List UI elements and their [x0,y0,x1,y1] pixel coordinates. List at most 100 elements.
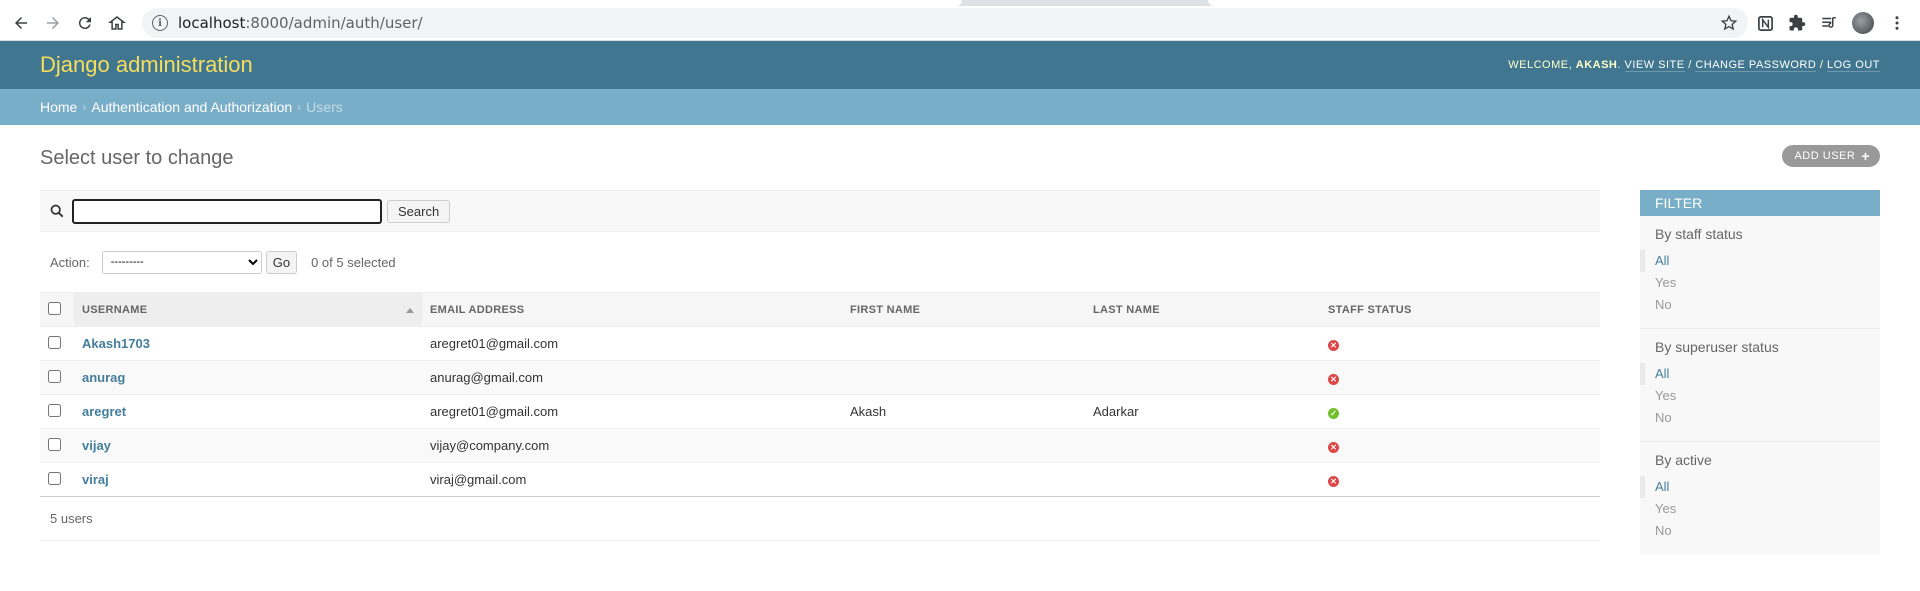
content: Select user to change ADD USER + Search … [0,125,1920,574]
breadcrumb-app[interactable]: Authentication and Authorization [91,99,292,115]
row-checkbox[interactable] [48,369,61,383]
row-select-cell [40,462,74,497]
current-username: AKASH [1575,59,1618,71]
filter-group: By superuser status All Yes No [1640,329,1880,442]
filter-option[interactable]: No [1655,294,1865,316]
action-label: Action: [50,254,90,270]
breadcrumb-home[interactable]: Home [40,99,77,115]
site-brand[interactable]: Django administration [40,52,253,78]
filter-option[interactable]: All [1640,476,1865,498]
staff-status-cell: ✕ [1320,462,1600,497]
filter-title: FILTER [1640,190,1880,216]
action-select[interactable]: --------- [101,250,262,274]
change-password-link[interactable]: CHANGE PASSWORD [1695,59,1817,72]
row-select-cell [40,326,74,361]
first-name-cell [842,360,1085,395]
search-button[interactable]: Search [387,199,451,223]
breadcrumb-separator: › [82,100,87,114]
filter-group-title: By staff status [1655,226,1743,242]
users-table: USERNAME EMAIL ADDRESS FIRST NAME LAST N… [40,292,1600,497]
add-user-label: ADD USER [1794,150,1856,162]
welcome-text: WELCOME, [1508,59,1573,71]
filter-option[interactable]: Yes [1655,385,1865,407]
breadcrumb: Home › Authentication and Authorization … [0,89,1920,125]
browser-menu-icon[interactable] [1888,14,1906,32]
last-name-cell: Adarkar [1085,394,1320,429]
table-header-row: USERNAME EMAIL ADDRESS FIRST NAME LAST N… [40,292,1600,327]
filter-option[interactable]: All [1640,363,1865,385]
email-cell: vijay@company.com [422,428,842,463]
actions-bar: Action: --------- Go 0 of 5 selected [40,232,1600,292]
column-first-name[interactable]: FIRST NAME [842,292,1085,327]
home-icon[interactable] [104,10,130,36]
last-name-cell [1085,428,1320,463]
log-out-link[interactable]: LOG OUT [1826,59,1880,72]
row-checkbox[interactable] [48,335,61,349]
bookmark-star-icon[interactable] [1720,14,1738,32]
cross-icon: ✕ [1328,340,1339,352]
add-user-button[interactable]: ADD USER + [1782,145,1880,167]
table-row: vijay vijay@company.com ✕ [40,428,1600,463]
filter-group: By active All Yes No [1640,442,1880,554]
column-staff-status[interactable]: STAFF STATUS [1320,292,1600,327]
reload-icon[interactable] [72,10,98,36]
filter-option[interactable]: No [1655,407,1865,429]
reading-list-icon[interactable] [1820,14,1838,32]
page-title: Select user to change [40,147,234,169]
row-checkbox[interactable] [48,403,61,417]
profile-avatar[interactable] [1852,12,1874,34]
username-link[interactable]: vijay [82,438,111,453]
changelist: Search Action: --------- Go 0 of 5 selec… [40,190,1600,554]
browser-toolbar: i localhost:8000/admin/auth/user/ [0,0,1920,41]
select-all-cell [40,292,74,327]
back-icon[interactable] [8,10,34,36]
row-select-cell [40,428,74,463]
tab-strip [0,0,1920,6]
column-email[interactable]: EMAIL ADDRESS [422,292,842,327]
filter-option[interactable]: Yes [1655,272,1865,294]
search-icon [50,204,64,218]
paginator: 5 users [40,497,1600,541]
email-cell: aregret01@gmail.com [422,394,842,429]
staff-status-cell: ✕ [1320,360,1600,395]
last-name-cell [1085,360,1320,395]
sort-ascending-icon[interactable] [406,308,414,313]
view-site-link[interactable]: VIEW SITE [1624,59,1685,72]
username-cell: vijay [74,428,422,463]
breadcrumb-current: Users [306,99,343,115]
search-input[interactable] [72,198,382,224]
selection-count: 0 of 5 selected [311,254,396,270]
notion-extension-icon[interactable] [1756,14,1774,32]
table-row: anurag anurag@gmail.com ✕ [40,360,1600,395]
filter-option[interactable]: All [1640,250,1865,272]
filter-option[interactable]: Yes [1655,498,1865,520]
filter-panel: FILTER By staff status All Yes No By superus… [1640,190,1880,554]
select-all-checkbox[interactable] [48,301,61,315]
username-link[interactable]: aregret [82,404,126,419]
column-last-name[interactable]: LAST NAME [1085,292,1320,327]
username-link[interactable]: Akash1703 [82,336,150,351]
last-name-cell [1085,326,1320,361]
email-cell: anurag@gmail.com [422,360,842,395]
table-row: viraj viraj@gmail.com ✕ [40,462,1600,497]
filter-option[interactable]: No [1655,520,1865,542]
row-checkbox[interactable] [48,437,61,451]
address-bar[interactable]: i localhost:8000/admin/auth/user/ [142,8,1748,38]
column-username[interactable]: USERNAME [74,292,422,327]
first-name-cell: Akash [842,394,1085,429]
staff-status-cell: ✕ [1320,326,1600,361]
plus-icon: + [1861,147,1870,164]
cross-icon: ✕ [1328,374,1339,386]
forward-icon[interactable] [40,10,66,36]
staff-status-cell: ✕ [1320,428,1600,463]
site-info-icon[interactable]: i [152,15,168,31]
filter-group: By staff status All Yes No [1640,216,1880,329]
table-row: aregret aregret01@gmail.com Akash Adarkar ✓ [40,394,1600,429]
admin-header: Django administration WELCOME, AKASH. VI… [0,41,1920,89]
extensions-puzzle-icon[interactable] [1788,14,1806,32]
user-tools: WELCOME, AKASH. VIEW SITE / CHANGE PASSW… [1508,59,1880,72]
username-link[interactable]: anurag [82,370,125,385]
username-link[interactable]: viraj [82,472,109,487]
row-checkbox[interactable] [48,471,61,485]
go-button[interactable]: Go [265,250,298,274]
